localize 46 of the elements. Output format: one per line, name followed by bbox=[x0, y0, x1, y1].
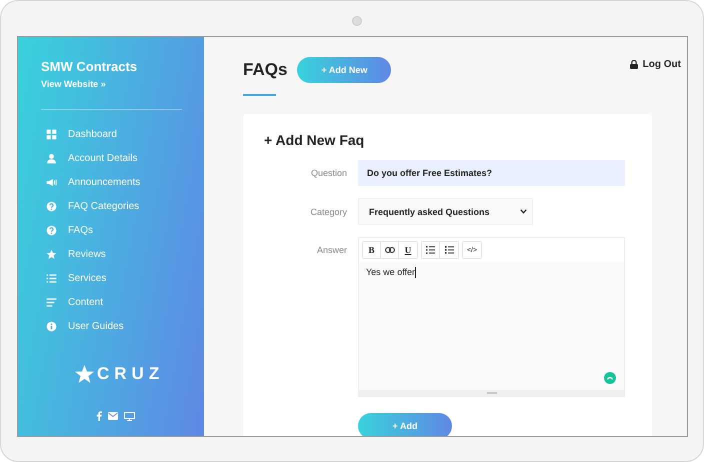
format-button[interactable]: B bbox=[363, 242, 381, 258]
site-title: SMW Contracts bbox=[41, 59, 138, 74]
bullet-list-button[interactable] bbox=[422, 242, 440, 258]
answer-text: Yes we offer bbox=[366, 267, 416, 277]
numbered-list-icon bbox=[444, 246, 454, 254]
megaphone-icon bbox=[46, 177, 57, 188]
log-out-link[interactable]: Log Out bbox=[630, 59, 681, 70]
question-icon bbox=[46, 201, 57, 212]
cruz-logo: CRUZ bbox=[75, 364, 164, 384]
facebook-icon[interactable] bbox=[96, 411, 102, 421]
sidebar-item[interactable]: FAQs bbox=[41, 223, 94, 238]
sidebar-item[interactable]: Dashboard bbox=[41, 127, 117, 142]
question-field[interactable]: Do you offer Free Estimates? bbox=[358, 160, 625, 186]
list-icon bbox=[46, 273, 57, 284]
caret-icon bbox=[520, 209, 527, 214]
camera-icon bbox=[352, 16, 362, 26]
grammar-check-icon[interactable] bbox=[604, 372, 616, 384]
field-label: Answer bbox=[316, 245, 347, 255]
add-new-button[interactable]: + Add New bbox=[297, 57, 392, 83]
answer-field[interactable]: Yes we offer bbox=[359, 262, 624, 390]
sidebar-item[interactable]: Account Details bbox=[41, 151, 138, 166]
sidebar-item[interactable]: User Guides bbox=[41, 319, 124, 334]
sidebar-item[interactable]: Content bbox=[41, 295, 104, 310]
field-label: Category bbox=[309, 206, 347, 216]
text-cursor bbox=[415, 267, 416, 278]
category-select[interactable]: Frequently asked Questions bbox=[358, 198, 533, 225]
lines-icon bbox=[46, 297, 57, 308]
lock-icon bbox=[630, 60, 638, 69]
question-icon bbox=[46, 225, 57, 236]
sidebar-item[interactable]: FAQ Categories bbox=[41, 199, 140, 214]
sidebar-item[interactable]: Reviews bbox=[41, 247, 106, 262]
sidebar-item[interactable]: Services bbox=[41, 271, 106, 286]
monitor-icon[interactable] bbox=[124, 412, 135, 420]
field-label: Question bbox=[310, 168, 347, 178]
sidebar-item[interactable]: Announcements bbox=[41, 175, 140, 190]
add-button[interactable]: + Add bbox=[358, 413, 452, 436]
bullet-list-icon bbox=[426, 246, 435, 254]
user-icon bbox=[46, 153, 57, 164]
link-icon bbox=[384, 247, 394, 253]
mail-icon[interactable] bbox=[108, 412, 118, 420]
page-title: FAQs bbox=[243, 60, 288, 80]
info-icon bbox=[46, 321, 57, 332]
dashboard-icon bbox=[46, 129, 57, 140]
form-title: + Add New Faq bbox=[264, 132, 366, 148]
star-icon bbox=[46, 249, 57, 260]
view-website-link[interactable]: View Website » bbox=[41, 79, 106, 89]
